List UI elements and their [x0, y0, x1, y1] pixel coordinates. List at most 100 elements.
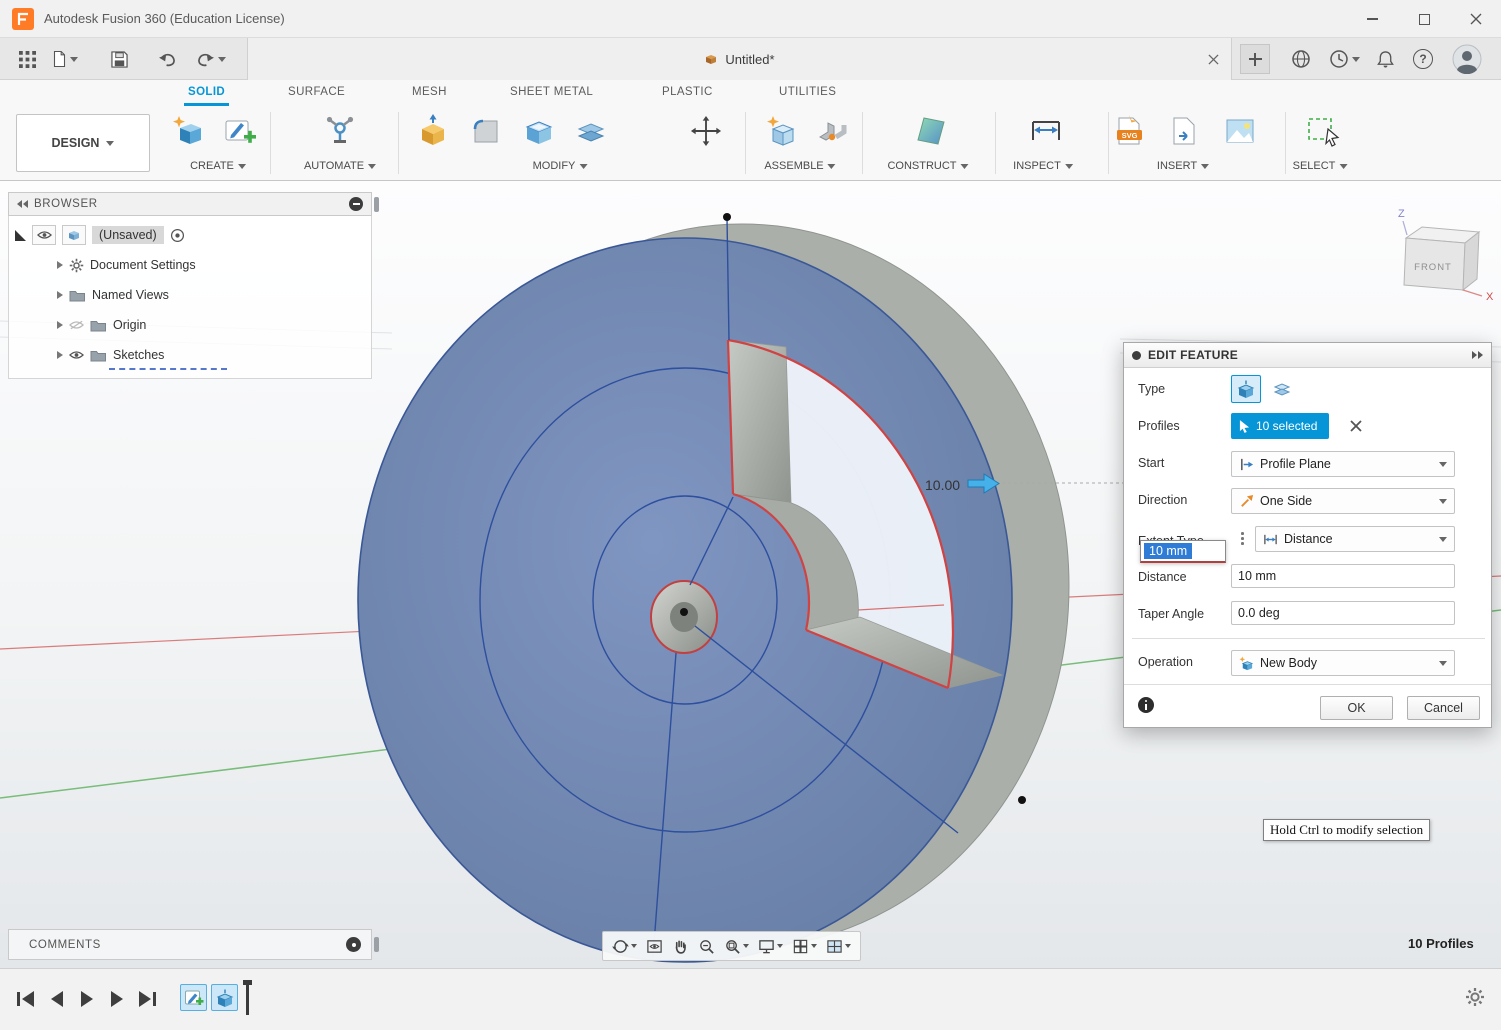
root-document-name[interactable]: (Unsaved): [92, 226, 164, 244]
new-tab-button[interactable]: [1240, 44, 1270, 74]
go-to-end-button[interactable]: [134, 986, 160, 1012]
expand-icon[interactable]: [57, 321, 63, 329]
step-back-button[interactable]: [44, 986, 70, 1012]
group-construct[interactable]: CONSTRUCT: [887, 158, 968, 174]
step-forward-button[interactable]: [104, 986, 130, 1012]
expand-icon[interactable]: [57, 291, 63, 299]
dimension-edit-value[interactable]: 10 mm: [1144, 543, 1192, 559]
zoom-button[interactable]: [694, 934, 719, 958]
grid-snap-button[interactable]: [788, 934, 821, 958]
close-button[interactable]: [1451, 0, 1501, 38]
viewcube[interactable]: Z FRONT X: [1378, 201, 1496, 303]
comment-bubble-icon[interactable]: [346, 937, 361, 952]
direction-select[interactable]: One Side: [1231, 488, 1455, 514]
taper-angle-input[interactable]: [1231, 601, 1455, 625]
insert-svg-icon[interactable]: SVG: [1112, 113, 1148, 149]
group-insert[interactable]: INSERT: [1157, 158, 1209, 174]
comments-resize-handle[interactable]: [374, 937, 379, 952]
extruded-disc-body[interactable]: [358, 213, 1069, 962]
group-assemble[interactable]: ASSEMBLE: [764, 158, 835, 174]
expand-icon[interactable]: [57, 261, 63, 269]
tree-item-named-views[interactable]: Named Views: [9, 280, 371, 310]
pan-button[interactable]: [668, 934, 693, 958]
minimize-button[interactable]: [1347, 0, 1397, 38]
document-root-icon[interactable]: [62, 225, 86, 245]
extent-type-select[interactable]: Distance: [1255, 526, 1455, 552]
file-menu-button[interactable]: [48, 38, 82, 80]
shell-icon[interactable]: [521, 113, 557, 149]
viewports-button[interactable]: [822, 934, 855, 958]
cut-wall-flat[interactable]: [728, 340, 791, 502]
visibility-eye-icon[interactable]: [32, 225, 56, 245]
expand-dialog-icon[interactable]: [1472, 351, 1483, 359]
new-component-icon[interactable]: [764, 113, 800, 149]
fillet-icon[interactable]: [468, 113, 504, 149]
tab-surface[interactable]: SURFACE: [284, 80, 349, 106]
tab-close-icon[interactable]: [1205, 51, 1221, 67]
move-copy-icon[interactable]: [688, 113, 724, 149]
viewcube-face-label[interactable]: FRONT: [1414, 262, 1452, 273]
measure-icon[interactable]: [1028, 113, 1064, 149]
user-avatar[interactable]: [1448, 38, 1486, 80]
timeline-settings-gear-icon[interactable]: [1465, 987, 1485, 1012]
extensions-globe-icon[interactable]: [1284, 38, 1318, 80]
canvas-icon[interactable]: [1222, 113, 1258, 149]
select-tool-icon[interactable]: [1305, 113, 1341, 149]
tab-utilities[interactable]: UTILITIES: [775, 80, 840, 106]
eye-off-icon[interactable]: [69, 320, 84, 330]
type-extrude-button[interactable]: [1231, 375, 1261, 403]
collapse-all-icon[interactable]: [349, 197, 363, 211]
cancel-button[interactable]: Cancel: [1407, 696, 1480, 720]
tab-sheet-metal[interactable]: SHEET METAL: [506, 80, 597, 106]
maximize-button[interactable]: [1399, 0, 1449, 38]
insert-derive-icon[interactable]: [1166, 113, 1202, 149]
eye-icon[interactable]: [69, 350, 84, 360]
group-modify[interactable]: MODIFY: [533, 158, 588, 174]
group-create[interactable]: CREATE: [190, 158, 246, 174]
tree-item-origin[interactable]: Origin: [9, 310, 371, 340]
play-button[interactable]: [74, 986, 100, 1012]
start-select[interactable]: Profile Plane: [1231, 451, 1455, 477]
timeline-extrude-feature[interactable]: [211, 984, 238, 1011]
help-icon[interactable]: ?: [1406, 38, 1440, 80]
fit-button[interactable]: [720, 934, 753, 958]
create-sketch-icon[interactable]: [222, 113, 258, 149]
activate-radio-icon[interactable]: [170, 228, 185, 243]
app-grid-icon[interactable]: [10, 38, 44, 80]
tree-item-document-settings[interactable]: Document Settings: [9, 250, 371, 280]
joint-icon[interactable]: [814, 113, 850, 149]
offset-plane-icon[interactable]: [574, 113, 610, 149]
comments-bar[interactable]: COMMENTS: [8, 929, 372, 960]
go-to-start-button[interactable]: [12, 986, 38, 1012]
press-pull-icon[interactable]: [415, 113, 451, 149]
vertex-right[interactable]: [1018, 796, 1026, 804]
group-automate[interactable]: AUTOMATE: [304, 158, 376, 174]
look-at-button[interactable]: [642, 934, 667, 958]
row-drag-handle[interactable]: [1241, 532, 1244, 545]
type-thin-extrude-button[interactable]: [1267, 375, 1297, 403]
undo-button[interactable]: [152, 38, 182, 80]
document-tab[interactable]: Untitled*: [247, 38, 1232, 80]
dialog-header[interactable]: EDIT FEATURE: [1124, 343, 1491, 368]
group-inspect[interactable]: INSPECT: [1013, 158, 1073, 174]
orbit-button[interactable]: [608, 934, 641, 958]
tab-solid[interactable]: SOLID: [184, 80, 229, 106]
dimension-edit-field[interactable]: 10 mm: [1140, 540, 1226, 563]
tree-root-row[interactable]: (Unsaved): [9, 220, 371, 250]
vertex-top[interactable]: [723, 213, 731, 221]
info-icon[interactable]: [1138, 697, 1154, 713]
profiles-selected-button[interactable]: 10 selected: [1231, 413, 1329, 439]
timeline-position-marker[interactable]: [246, 981, 249, 1015]
notifications-bell-icon[interactable]: [1368, 38, 1402, 80]
distance-input[interactable]: [1231, 564, 1455, 588]
browser-header[interactable]: BROWSER: [8, 192, 372, 216]
save-button[interactable]: [104, 38, 134, 80]
group-select[interactable]: SELECT: [1293, 158, 1348, 174]
job-status-clock-icon[interactable]: [1324, 38, 1364, 80]
ok-button[interactable]: OK: [1320, 696, 1393, 720]
collapse-panel-icon[interactable]: [17, 200, 28, 208]
design-workspace-selector[interactable]: DESIGN: [16, 114, 150, 172]
new-body-icon[interactable]: [170, 113, 206, 149]
tree-item-sketches[interactable]: Sketches: [9, 340, 371, 370]
tab-plastic[interactable]: PLASTIC: [658, 80, 717, 106]
